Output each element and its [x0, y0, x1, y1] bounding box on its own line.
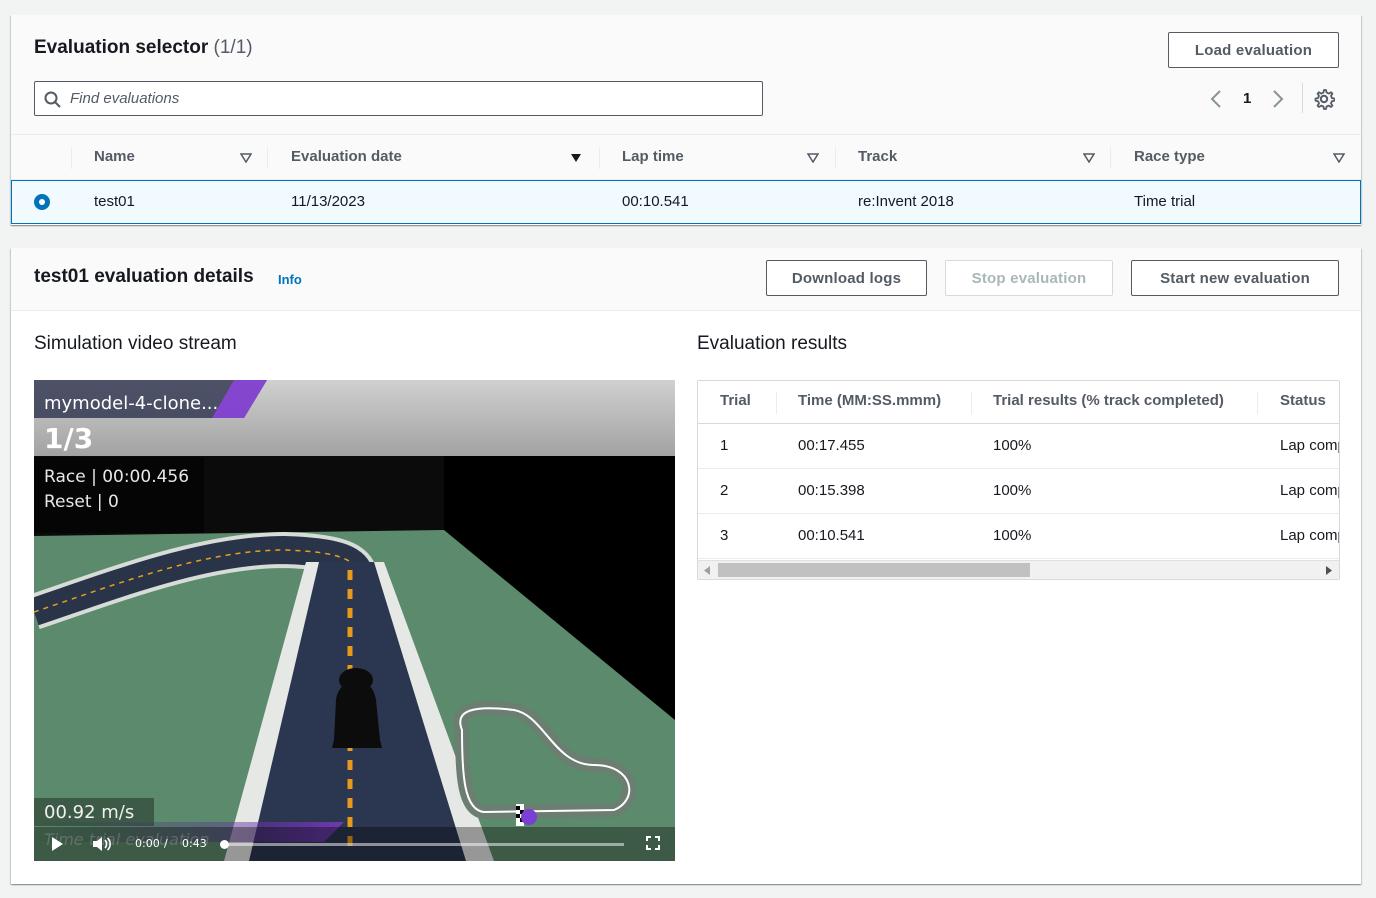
- search-input[interactable]: [70, 83, 750, 114]
- cell-trial: 2: [720, 482, 729, 499]
- column-status: Status: [1280, 392, 1326, 409]
- sort-caret-icon[interactable]: [1333, 153, 1345, 163]
- cell-time: 00:10.541: [798, 527, 865, 544]
- stop-evaluation-button[interactable]: Stop evaluation: [945, 260, 1113, 296]
- load-evaluation-button[interactable]: Load evaluation: [1168, 32, 1339, 68]
- scroll-left-icon[interactable]: [704, 566, 710, 575]
- table-row: 3 00:10.541 100% Lap complete: [698, 514, 1339, 559]
- video-progress-knob[interactable]: [220, 840, 229, 849]
- video-lap-counter: 1/3: [44, 422, 94, 455]
- simulation-video[interactable]: mymodel-4-clone... 1/3 Race | 00:00.456 …: [34, 380, 675, 861]
- cell-status: Lap complete: [1280, 437, 1339, 454]
- cell-time: 00:17.455: [798, 437, 865, 454]
- volume-icon[interactable]: [92, 835, 112, 853]
- column-separator: [776, 392, 777, 414]
- column-separator: [835, 147, 836, 169]
- table-row: 1 00:17.455 100% Lap complete: [698, 424, 1339, 469]
- results-heading: Evaluation results: [697, 333, 847, 354]
- row-radio-button[interactable]: [34, 194, 50, 210]
- column-separator: [1257, 392, 1258, 414]
- chevron-left-icon[interactable]: [1209, 89, 1223, 109]
- evaluation-details-panel: test01 evaluation details Info Download …: [11, 248, 1361, 884]
- cell-lap-time: 00:10.541: [622, 193, 689, 210]
- selector-header: Evaluation selector (1/1) Load evaluatio…: [11, 15, 1361, 135]
- page-number[interactable]: 1: [1243, 90, 1251, 107]
- horizontal-scrollbar[interactable]: [698, 560, 1339, 579]
- column-separator: [267, 147, 268, 169]
- video-model-name: mymodel-4-clone...: [44, 393, 219, 414]
- scrollbar-thumb[interactable]: [718, 563, 1030, 577]
- column-evaluation-date[interactable]: Evaluation date: [291, 148, 402, 165]
- fullscreen-icon[interactable]: [646, 836, 660, 850]
- play-icon[interactable]: [50, 836, 64, 852]
- cell-completed: 100%: [993, 527, 1032, 544]
- cell-status: Lap complete: [1280, 527, 1339, 544]
- pager-divider: [1302, 83, 1303, 113]
- cell-track: re:Invent 2018: [858, 193, 954, 210]
- cell-completed: 100%: [993, 482, 1032, 499]
- column-name[interactable]: Name: [94, 148, 135, 165]
- results-table: Trial Time (MM:SS.mmm) Trial results (% …: [697, 380, 1340, 580]
- details-header: test01 evaluation details Info Download …: [11, 248, 1361, 311]
- details-title: test01 evaluation details: [34, 266, 254, 287]
- cell-name: test01: [94, 193, 135, 210]
- column-trial: Trial: [720, 392, 751, 409]
- sort-caret-icon[interactable]: [240, 153, 252, 163]
- column-separator: [599, 147, 600, 169]
- selector-title-text: Evaluation selector: [34, 37, 209, 58]
- cell-status: Lap complete: [1280, 482, 1339, 499]
- video-progress-track[interactable]: [224, 843, 624, 846]
- column-track[interactable]: Track: [858, 148, 897, 165]
- search-icon: [44, 91, 61, 108]
- results-header: Trial Time (MM:SS.mmm) Trial results (% …: [698, 381, 1339, 424]
- column-race-type[interactable]: Race type: [1134, 148, 1205, 165]
- selector-count: (1/1): [213, 37, 253, 58]
- settings-icon[interactable]: [1313, 88, 1335, 110]
- table-row[interactable]: test01 11/13/2023 00:10.541 re:Invent 20…: [11, 180, 1361, 224]
- search-field[interactable]: [34, 81, 763, 116]
- table-header: Name Evaluation date Lap time Track Race…: [11, 135, 1361, 180]
- cell-trial: 3: [720, 527, 729, 544]
- cell-evaluation-date: 11/13/2023: [291, 193, 365, 210]
- cell-trial: 1: [720, 437, 729, 454]
- video-heading: Simulation video stream: [34, 333, 237, 354]
- video-controls: 0:00 / 0:43: [34, 827, 675, 861]
- column-separator: [1110, 147, 1111, 169]
- video-current-time: 0:00: [135, 837, 160, 850]
- video-reset-count: Reset | 0: [44, 492, 119, 512]
- column-separator: [971, 392, 972, 414]
- selector-title: Evaluation selector (1/1): [34, 37, 253, 59]
- table-row: 2 00:15.398 100% Lap complete: [698, 469, 1339, 514]
- video-race-time: Race | 00:00.456: [44, 467, 190, 487]
- simulation-scene: [34, 380, 675, 861]
- cell-race-type: Time trial: [1134, 193, 1196, 210]
- chevron-right-icon[interactable]: [1271, 89, 1285, 109]
- column-lap-time[interactable]: Lap time: [622, 148, 684, 165]
- download-logs-button[interactable]: Download logs: [766, 260, 927, 296]
- column-time: Time (MM:SS.mmm): [798, 392, 942, 409]
- cell-time: 00:15.398: [798, 482, 865, 499]
- video-speed: 00.92 m/s: [44, 802, 135, 823]
- sort-caret-icon[interactable]: [570, 153, 582, 163]
- scroll-right-icon[interactable]: [1326, 566, 1332, 575]
- column-trial-results: Trial results (% track completed): [993, 392, 1224, 409]
- sort-caret-icon[interactable]: [807, 153, 819, 163]
- column-separator: [71, 147, 72, 169]
- start-new-evaluation-button[interactable]: Start new evaluation: [1131, 260, 1339, 296]
- video-time-separator: /: [164, 837, 168, 850]
- evaluation-selector-panel: Evaluation selector (1/1) Load evaluatio…: [11, 15, 1361, 225]
- info-link[interactable]: Info: [278, 272, 302, 287]
- video-duration: 0:43: [182, 837, 207, 850]
- cell-completed: 100%: [993, 437, 1032, 454]
- sort-caret-icon[interactable]: [1083, 153, 1095, 163]
